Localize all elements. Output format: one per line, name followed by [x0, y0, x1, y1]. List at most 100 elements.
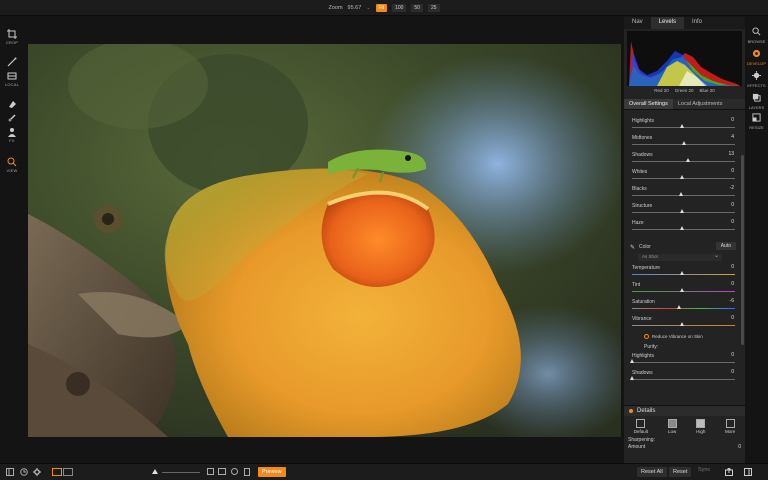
slider-value[interactable]: 0	[717, 281, 735, 288]
slider-track[interactable]	[632, 161, 735, 162]
slider-value[interactable]: 13	[717, 151, 735, 158]
details-more-button[interactable]: More	[725, 419, 735, 434]
slider-track[interactable]	[632, 274, 735, 275]
slider-value[interactable]: -6	[717, 298, 735, 305]
slider-track[interactable]	[632, 127, 735, 128]
tab-nav[interactable]: Nav	[624, 17, 651, 29]
reduce-vibrance-label: Reduce Vibrance on Skin	[652, 334, 703, 339]
reset-all-button[interactable]: Reset All	[637, 467, 667, 477]
retouch-icon	[8, 114, 16, 122]
slider-track[interactable]	[632, 229, 735, 230]
tab-info[interactable]: Info	[684, 17, 710, 29]
retouch-tool[interactable]	[0, 113, 24, 123]
eraser-tool[interactable]	[0, 99, 24, 109]
portrait-tool[interactable]: FX	[0, 127, 24, 143]
details-default-button[interactable]: Default	[634, 419, 648, 434]
details-high-button[interactable]: High	[696, 419, 705, 434]
slider-thumb[interactable]	[679, 288, 684, 292]
slider-thumb[interactable]	[685, 158, 690, 162]
tab-levels[interactable]: Levels	[650, 17, 685, 29]
slider-value[interactable]: 0	[717, 369, 735, 376]
white-balance-select[interactable]: As Shot ⌄	[638, 253, 722, 261]
slider-thumb[interactable]	[681, 141, 686, 145]
brush-tool[interactable]	[0, 57, 24, 67]
slider-track[interactable]	[632, 379, 735, 380]
tab-local-adjustments[interactable]: Local Adjustments	[673, 99, 728, 109]
eyedropper-icon[interactable]: ✎	[630, 244, 635, 251]
slider-thumb[interactable]	[679, 209, 684, 213]
auto-button[interactable]: Auto	[715, 242, 736, 250]
slider-track[interactable]	[632, 178, 735, 179]
crop-tool[interactable]: CROP	[0, 29, 24, 45]
browse-label: BROWSE	[747, 39, 766, 44]
effects-icon	[752, 71, 761, 80]
mask-icon[interactable]	[218, 468, 226, 475]
settings-gear-icon[interactable]	[33, 468, 41, 476]
zoom-fit-button[interactable]: Fit	[375, 3, 388, 12]
layers-module[interactable]: LAYERS	[745, 93, 768, 110]
history-icon[interactable]	[20, 468, 28, 476]
slider-value[interactable]: 0	[717, 202, 735, 209]
sync-button[interactable]: Sync	[698, 467, 710, 473]
crop-label: CROP	[5, 40, 19, 45]
slider-value[interactable]: 0	[717, 168, 735, 175]
view-tool[interactable]: VIEW	[0, 157, 24, 173]
zoom-label: Zoom	[328, 4, 343, 11]
effects-module[interactable]: EFFECTS	[745, 71, 768, 88]
panel-toggle-icon[interactable]	[6, 468, 14, 476]
details-header[interactable]: Details	[624, 406, 745, 416]
slider-thumb[interactable]	[679, 271, 684, 275]
slider-value[interactable]: 0	[717, 352, 735, 359]
zoom-25-button[interactable]: 25	[427, 3, 440, 12]
layers-label: LAYERS	[748, 105, 765, 110]
slider-value[interactable]: 0	[717, 117, 735, 124]
slider-track[interactable]	[632, 212, 735, 213]
amount-value[interactable]: 0	[738, 444, 741, 450]
slider-value[interactable]: 0	[717, 315, 735, 322]
slider-track[interactable]	[632, 195, 735, 196]
sidebar-toggle-icon[interactable]	[744, 468, 752, 476]
resize-module[interactable]: RESIZE	[745, 113, 768, 130]
slider-track[interactable]	[632, 308, 735, 309]
reset-button[interactable]: Reset	[669, 467, 692, 477]
preview-button[interactable]: Preview	[258, 467, 286, 477]
tab-overall-settings[interactable]: Overall Settings	[624, 99, 673, 109]
zoom-100-button[interactable]: 100	[392, 3, 407, 12]
slider-thumb[interactable]	[679, 175, 684, 179]
slider-thumb[interactable]	[679, 124, 684, 128]
thumbnail-size-track[interactable]	[162, 472, 200, 473]
slider-thumb[interactable]	[676, 305, 681, 309]
slider-thumb[interactable]	[629, 376, 634, 380]
slider-thumb-icon[interactable]	[152, 469, 158, 474]
slider-value[interactable]: -2	[717, 185, 735, 192]
grid-icon[interactable]	[207, 468, 214, 475]
default-label: Default	[633, 429, 649, 434]
slider-thumb[interactable]	[679, 322, 684, 326]
slider-value[interactable]: 0	[717, 264, 735, 271]
red-readout: Red 20	[654, 88, 669, 93]
single-view-icon[interactable]	[52, 468, 62, 476]
local-tool[interactable]: LOCAL	[0, 71, 24, 87]
slider-thumb[interactable]	[678, 192, 683, 196]
browse-module[interactable]: BROWSE	[745, 27, 768, 44]
amount-row[interactable]: Amount 0	[628, 444, 741, 452]
loupe-icon[interactable]	[231, 468, 238, 475]
zoom-value[interactable]: 95.67	[348, 5, 362, 11]
compare-view-icon[interactable]	[63, 468, 73, 476]
zoom-caret-icon[interactable]: ⌄	[366, 5, 370, 11]
slider-label: Shadows	[632, 152, 653, 158]
slider-thumb[interactable]	[679, 226, 684, 230]
slider-track[interactable]	[632, 362, 735, 363]
slider-value[interactable]: 4	[717, 134, 735, 141]
slider-value[interactable]: 0	[717, 219, 735, 226]
zoom-50-button[interactable]: 50	[411, 3, 423, 12]
photo-canvas[interactable]	[28, 44, 621, 437]
slider-track[interactable]	[632, 325, 735, 326]
info-icon[interactable]	[244, 468, 250, 476]
slider-thumb[interactable]	[629, 359, 634, 363]
develop-module[interactable]: DEVELOP	[745, 49, 768, 66]
share-icon[interactable]	[725, 468, 733, 476]
details-low-button[interactable]: Low	[667, 419, 677, 434]
panel-scrollbar[interactable]	[741, 155, 744, 345]
slider-track[interactable]	[632, 291, 735, 292]
